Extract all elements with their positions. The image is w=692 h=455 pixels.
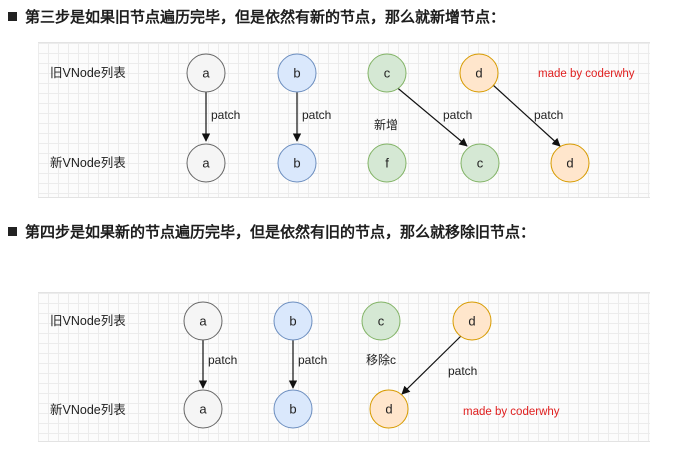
new-vnode-list-label: 新VNode列表	[50, 155, 126, 170]
old-node-b-text: b	[293, 66, 300, 81]
old-node-a: a	[186, 53, 226, 93]
new-node-d-text: d	[385, 402, 392, 417]
old-vnode-list-label: 旧VNode列表	[50, 314, 126, 328]
new-node-a: a	[183, 389, 223, 429]
step4-diagram-svg: 旧VNode列表 新VNode列表 made by coderwhy patch…	[50, 301, 560, 429]
patch-label-d: patch	[448, 364, 477, 378]
new-node-d: d	[369, 389, 409, 429]
patch-label-a: patch	[211, 108, 240, 122]
new-node-f: f	[367, 143, 407, 183]
credit-text: made by coderwhy	[463, 406, 560, 418]
old-node-c-text: c	[384, 66, 391, 81]
new-node-f-text: f	[385, 156, 389, 171]
new-node-b: b	[273, 389, 313, 429]
new-node-a: a	[186, 143, 226, 183]
old-node-d-text: d	[475, 66, 482, 81]
old-node-b: b	[273, 301, 313, 341]
add-node-label: 新增	[374, 117, 398, 132]
old-node-b-text: b	[289, 314, 296, 329]
step3-diagram: 旧VNode列表 新VNode列表 made by coderwhy patch…	[38, 42, 650, 198]
step4-diagram: 旧VNode列表 新VNode列表 made by coderwhy patch…	[38, 292, 650, 442]
remove-node-label: 移除c	[366, 352, 396, 367]
old-node-a: a	[183, 301, 223, 341]
new-vnode-list-label: 新VNode列表	[50, 402, 126, 417]
new-node-a-text: a	[202, 156, 210, 171]
new-node-b: b	[277, 143, 317, 183]
patch-label-c: patch	[443, 108, 472, 122]
new-node-d: d	[550, 143, 590, 183]
new-node-b-text: b	[293, 156, 300, 171]
old-node-a-text: a	[202, 66, 210, 81]
patch-label-b: patch	[302, 108, 331, 122]
old-node-d: d	[452, 301, 492, 341]
bullet-icon	[8, 227, 17, 236]
step4-title: 第四步是如果新的节点遍历完毕，但是依然有旧的节点，那么就移除旧节点：	[8, 221, 535, 242]
bullet-icon	[8, 12, 17, 21]
old-node-c: c	[361, 301, 401, 341]
patch-label-d: patch	[534, 108, 563, 122]
new-node-b-text: b	[289, 402, 296, 417]
new-node-d-text: d	[566, 156, 573, 171]
new-node-a-text: a	[199, 402, 207, 417]
old-node-c-text: c	[378, 314, 385, 329]
new-node-c: c	[460, 143, 500, 183]
old-node-b: b	[277, 53, 317, 93]
step3-title-text: 第三步是如果旧节点遍历完毕，但是依然有新的节点，那么就新增节点：	[25, 8, 506, 26]
old-node-c: c	[367, 53, 407, 93]
step4-title-text: 第四步是如果新的节点遍历完毕，但是依然有旧的节点，那么就移除旧节点：	[25, 223, 536, 241]
old-node-d: d	[459, 53, 499, 93]
patch-label-b: patch	[298, 353, 327, 367]
old-vnode-list-label: 旧VNode列表	[50, 66, 126, 80]
old-node-d-text: d	[468, 314, 475, 329]
new-node-c-text: c	[477, 156, 484, 171]
patch-label-a: patch	[208, 353, 237, 367]
credit-text: made by coderwhy	[538, 68, 635, 80]
step3-title: 第三步是如果旧节点遍历完毕，但是依然有新的节点，那么就新增节点：	[8, 6, 505, 27]
step3-diagram-svg: 旧VNode列表 新VNode列表 made by coderwhy patch…	[50, 53, 635, 183]
old-node-a-text: a	[199, 314, 207, 329]
